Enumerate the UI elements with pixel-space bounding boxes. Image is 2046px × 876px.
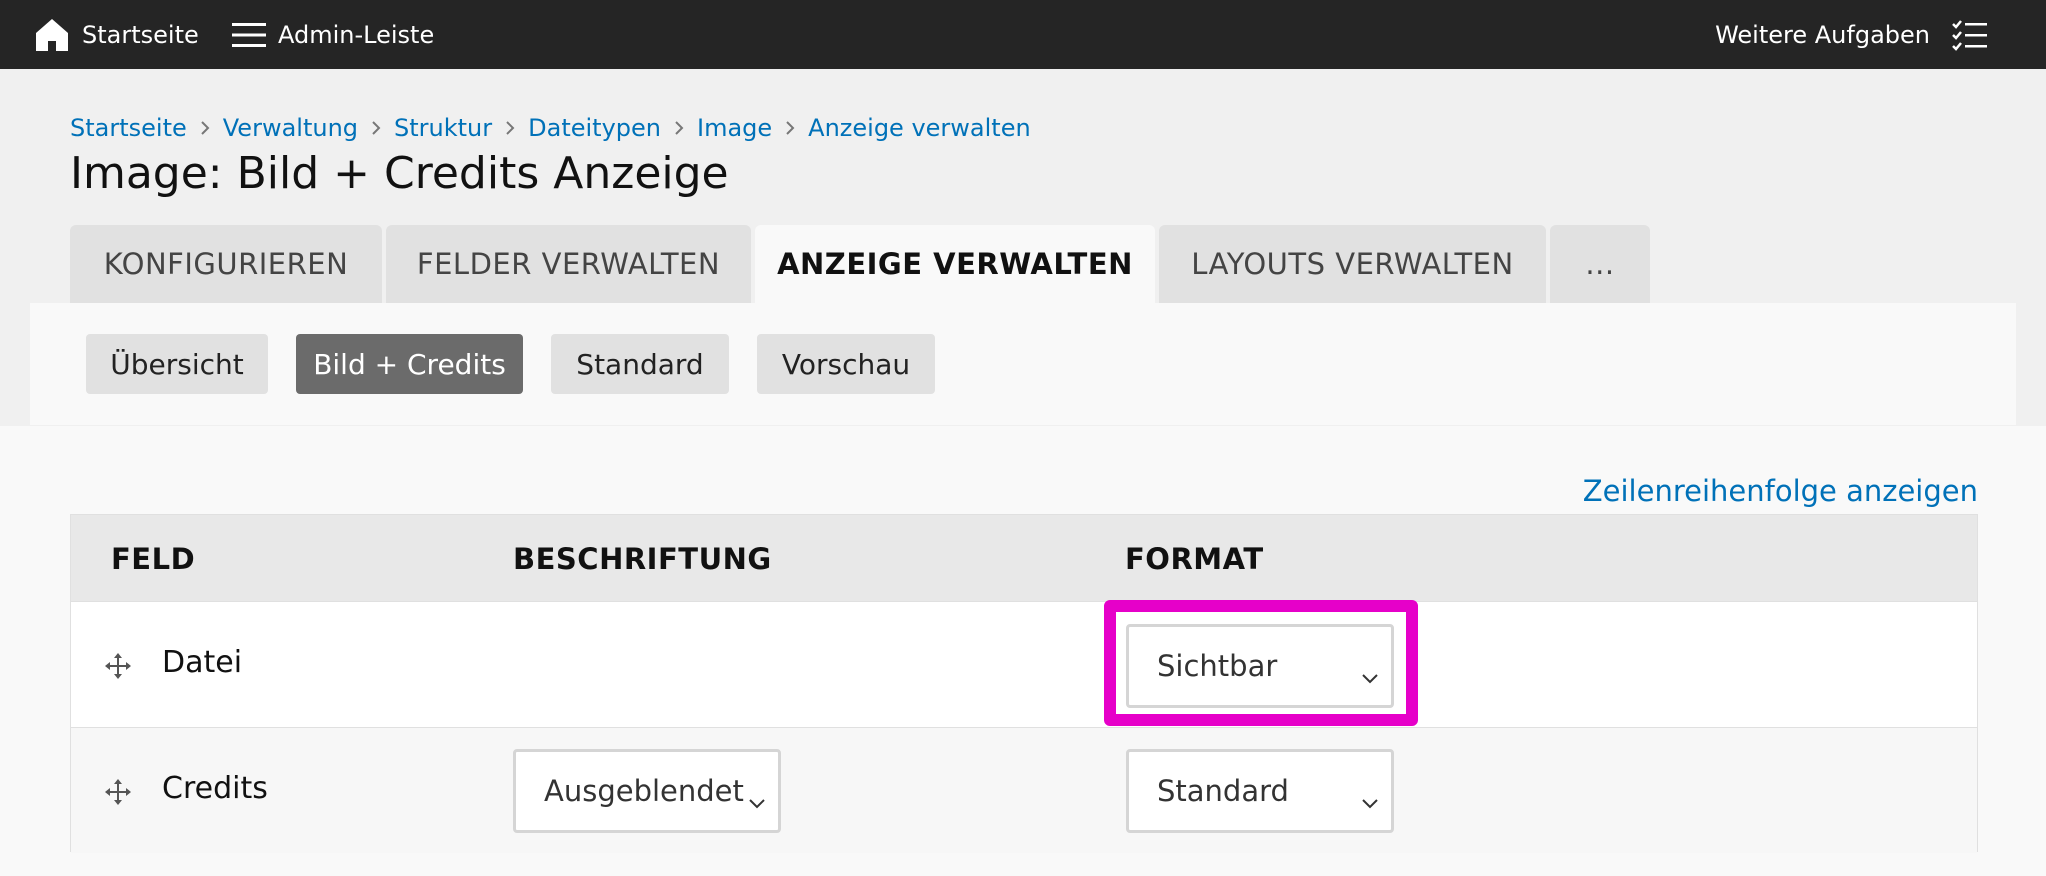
subtab-uebersicht[interactable]: Übersicht [86, 334, 268, 394]
toolbar-tasks-label: Weitere Aufgaben [1715, 20, 1930, 49]
breadcrumb-item[interactable]: Image [697, 114, 772, 142]
toolbar-admin-link[interactable]: Admin-Leiste [232, 0, 434, 69]
home-icon [34, 17, 82, 53]
chevron-down-icon [1361, 658, 1379, 692]
toolbar-home-link[interactable]: Startseite [34, 0, 199, 69]
drag-handle-icon[interactable] [103, 651, 133, 681]
column-header-label: BESCHRIFTUNG [513, 542, 772, 576]
column-header-field: FELD [111, 542, 196, 576]
chevron-right-icon [772, 120, 808, 136]
column-header-format: FORMAT [1125, 542, 1264, 576]
subtab-standard[interactable]: Standard [551, 334, 729, 394]
show-row-weights-link[interactable]: Zeilenreihenfolge anzeigen [1583, 474, 1978, 508]
breadcrumb-item[interactable]: Dateitypen [528, 114, 661, 142]
tab-anzeige-verwalten[interactable]: ANZEIGE VERWALTEN [755, 225, 1155, 303]
page-title: Image: Bild + Credits Anzeige [70, 148, 729, 199]
toolbar-admin-label: Admin-Leiste [278, 20, 435, 49]
chevron-right-icon [492, 120, 528, 136]
field-name: Datei [162, 645, 243, 680]
field-display-table: FELD BESCHRIFTUNG FORMAT Datei Sichtbar [70, 514, 1978, 853]
hamburger-menu-icon [232, 21, 278, 49]
toolbar-tasks-link[interactable]: Weitere Aufgaben [1715, 0, 1988, 69]
chevron-right-icon [187, 120, 223, 136]
tab-konfigurieren[interactable]: KONFIGURIEREN [70, 225, 382, 303]
tab-layouts-verwalten[interactable]: LAYOUTS VERWALTEN [1159, 225, 1546, 303]
secondary-tabs: Übersicht Bild + Credits Standard Vorsch… [86, 334, 963, 394]
breadcrumb-item[interactable]: Verwaltung [223, 114, 358, 142]
breadcrumb-item[interactable]: Anzeige verwalten [808, 114, 1031, 142]
admin-toolbar: Startseite Admin-Leiste Weitere Aufgaben [0, 0, 2046, 69]
format-select[interactable]: Sichtbar [1126, 624, 1394, 708]
breadcrumb-item[interactable]: Startseite [70, 114, 187, 142]
format-select[interactable]: Standard [1126, 749, 1394, 833]
subtab-bild-credits[interactable]: Bild + Credits [296, 334, 523, 394]
toolbar-home-label: Startseite [82, 20, 199, 49]
tab-more[interactable]: ... [1550, 225, 1650, 303]
label-select[interactable]: Ausgeblendet [513, 749, 781, 833]
chevron-right-icon [358, 120, 394, 136]
table-header: FELD BESCHRIFTUNG FORMAT [71, 515, 1977, 601]
format-select-value: Standard [1157, 774, 1289, 808]
label-select-value: Ausgeblendet [544, 774, 744, 808]
format-select-value: Sichtbar [1157, 649, 1278, 683]
chevron-down-icon [1361, 783, 1379, 817]
breadcrumb-item[interactable]: Struktur [394, 114, 492, 142]
chevron-down-icon [748, 783, 766, 817]
table-row: Datei Sichtbar [71, 601, 1977, 727]
drag-handle-icon[interactable] [103, 777, 133, 807]
primary-tabs: KONFIGURIEREN FELDER VERWALTEN ANZEIGE V… [70, 225, 1654, 303]
breadcrumb: Startseite Verwaltung Struktur Dateitype… [70, 112, 1031, 144]
chevron-right-icon [661, 120, 697, 136]
tab-felder-verwalten[interactable]: FELDER VERWALTEN [386, 225, 751, 303]
task-list-icon [1930, 19, 1988, 51]
table-row: Credits Ausgeblendet Standard [71, 727, 1977, 853]
field-name: Credits [162, 771, 268, 806]
subtab-vorschau[interactable]: Vorschau [757, 334, 935, 394]
